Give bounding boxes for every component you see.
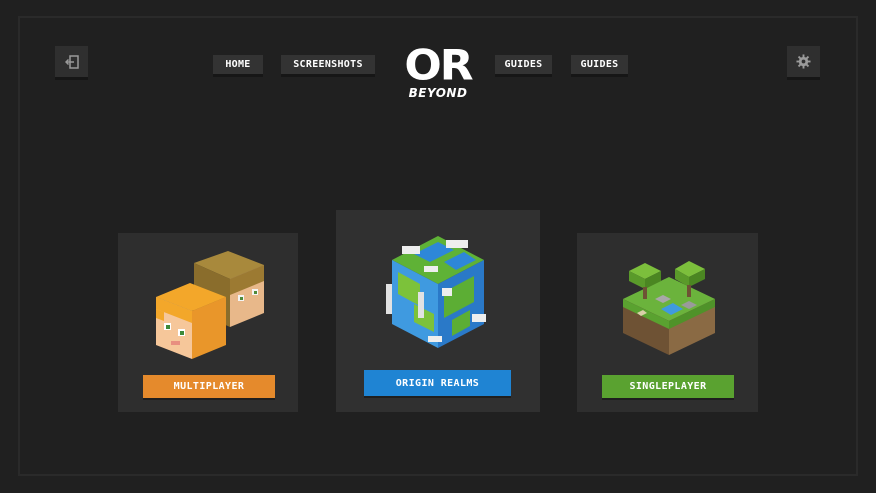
singleplayer-button[interactable]: SINGLEPLAYER (602, 375, 734, 398)
logo-main-text: OR (404, 41, 473, 90)
exit-button[interactable] (55, 46, 88, 80)
settings-button[interactable] (787, 46, 820, 80)
multiplayer-card[interactable]: MULTIPLAYER (118, 233, 298, 412)
nav-home-button[interactable]: HOME (213, 55, 263, 77)
gear-icon (796, 54, 811, 69)
origin-realms-button[interactable]: ORIGIN REALMS (364, 370, 511, 396)
singleplayer-card[interactable]: SINGLEPLAYER (577, 233, 758, 412)
grass-island-icon (623, 261, 715, 355)
logo[interactable]: OR BEYOND (400, 41, 476, 104)
logo-sub-text: BEYOND (408, 86, 468, 100)
nav-guides-button-2[interactable]: GUIDES (571, 55, 628, 77)
nav-screenshots-button[interactable]: SCREENSHOTS (281, 55, 375, 77)
exit-icon (64, 54, 79, 69)
two-player-heads-icon (156, 251, 264, 359)
origin-realms-card[interactable]: ORIGIN REALMS (336, 210, 540, 412)
planet-cube-icon (386, 236, 486, 348)
multiplayer-button[interactable]: MULTIPLAYER (143, 375, 275, 398)
nav-guides-button[interactable]: GUIDES (495, 55, 552, 77)
